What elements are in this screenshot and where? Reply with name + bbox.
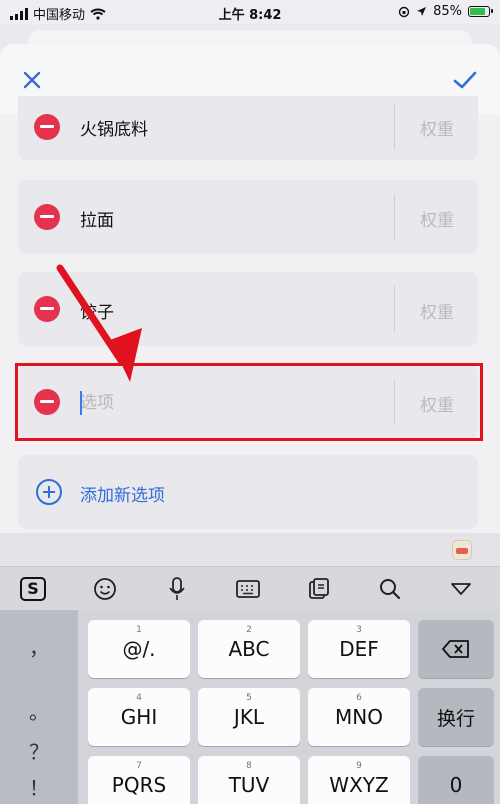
key-8[interactable]: 8 TUV [198, 756, 300, 804]
delete-option-button[interactable] [34, 204, 60, 230]
divider [394, 104, 395, 150]
key-label: MNO [335, 705, 383, 729]
key-question[interactable]: ？ [0, 736, 78, 765]
battery-percent: 85% [433, 4, 462, 19]
key-period[interactable]: 。 [0, 696, 78, 725]
option-input[interactable] [80, 115, 380, 139]
key-9[interactable]: 9 WXYZ [308, 756, 410, 804]
key-2[interactable]: 2 ABC [198, 620, 300, 678]
divider [394, 194, 395, 240]
emoji-icon[interactable] [90, 575, 120, 603]
newline-key[interactable]: 换行 [418, 688, 494, 746]
sogou-logo-icon[interactable]: S [18, 575, 48, 603]
checkmark-icon [453, 71, 477, 89]
delete-option-button[interactable] [34, 114, 60, 140]
backspace-key[interactable] [418, 620, 494, 678]
backspace-icon [442, 640, 469, 658]
orientation-lock-icon [398, 6, 410, 17]
key-label: DEF [339, 637, 379, 661]
key-number: 6 [356, 693, 362, 703]
key-number: 9 [356, 761, 362, 771]
search-icon[interactable] [375, 575, 405, 603]
add-circle-icon [36, 479, 62, 505]
weight-input[interactable]: 权重 [396, 206, 478, 231]
divider [394, 379, 395, 425]
key-3[interactable]: 3 DEF [308, 620, 410, 678]
new-option-input[interactable] [80, 391, 380, 415]
option-input[interactable] [80, 206, 380, 230]
key-label: GHI [120, 705, 158, 729]
option-row: 权重 [18, 180, 478, 254]
text-cursor [80, 391, 82, 415]
key-4[interactable]: 4 GHI [88, 688, 190, 746]
collapse-icon[interactable] [446, 575, 476, 603]
key-number: 1 [136, 625, 142, 635]
divider [394, 286, 395, 332]
minus-icon [40, 125, 54, 128]
key-number: 2 [246, 625, 252, 635]
key-number: 4 [136, 693, 142, 703]
option-row: 权重 [18, 96, 478, 160]
key-number: 3 [356, 625, 362, 635]
location-icon [417, 7, 427, 16]
minus-icon [40, 400, 54, 403]
sogou-logo-text: S [20, 577, 46, 601]
key-label: PQRS [111, 773, 167, 797]
minus-icon [40, 215, 54, 218]
key-6[interactable]: 6 MNO [308, 688, 410, 746]
key-label: @/. [122, 637, 156, 661]
battery-icon [468, 6, 493, 17]
weight-input[interactable]: 权重 [396, 298, 478, 323]
annotation-arrow-icon [56, 264, 142, 382]
key-number: 7 [136, 761, 142, 771]
key-comma[interactable]: ， [0, 632, 78, 661]
microphone-icon[interactable] [162, 575, 192, 603]
keyboard-toolbar: S [0, 566, 500, 610]
close-icon [23, 71, 41, 89]
key-label: ABC [228, 637, 270, 661]
key-5[interactable]: 5 JKL [198, 688, 300, 746]
key-label: TUV [228, 773, 270, 797]
key-0[interactable]: 0 [418, 756, 494, 804]
key-label: JKL [233, 705, 265, 729]
key-number: 8 [246, 761, 252, 771]
key-number: 5 [246, 693, 252, 703]
key-1[interactable]: 1 @/. [88, 620, 190, 678]
key-label: WXYZ [329, 773, 389, 797]
close-button[interactable] [18, 66, 46, 94]
add-option-button[interactable]: 添加新选项 [18, 455, 478, 529]
weight-input[interactable]: 权重 [396, 115, 478, 140]
add-option-label: 添加新选项 [80, 486, 165, 506]
status-bar: 中国移动 上午 8:42 85% [0, 0, 500, 24]
key-exclamation[interactable]: ！ [0, 772, 78, 801]
delete-option-button[interactable] [34, 389, 60, 415]
punctuation-column: ， 。 ？ ！ [0, 610, 78, 804]
status-right: 85% [398, 4, 493, 19]
confirm-button[interactable] [450, 66, 480, 94]
clipboard-icon[interactable] [304, 575, 334, 603]
key-7[interactable]: 7 PQRS [88, 756, 190, 804]
weight-input[interactable]: 权重 [396, 391, 478, 416]
sticker-icon[interactable] [452, 540, 472, 560]
keyboard-icon[interactable] [233, 575, 263, 603]
keyboard-top-strip [0, 533, 500, 565]
